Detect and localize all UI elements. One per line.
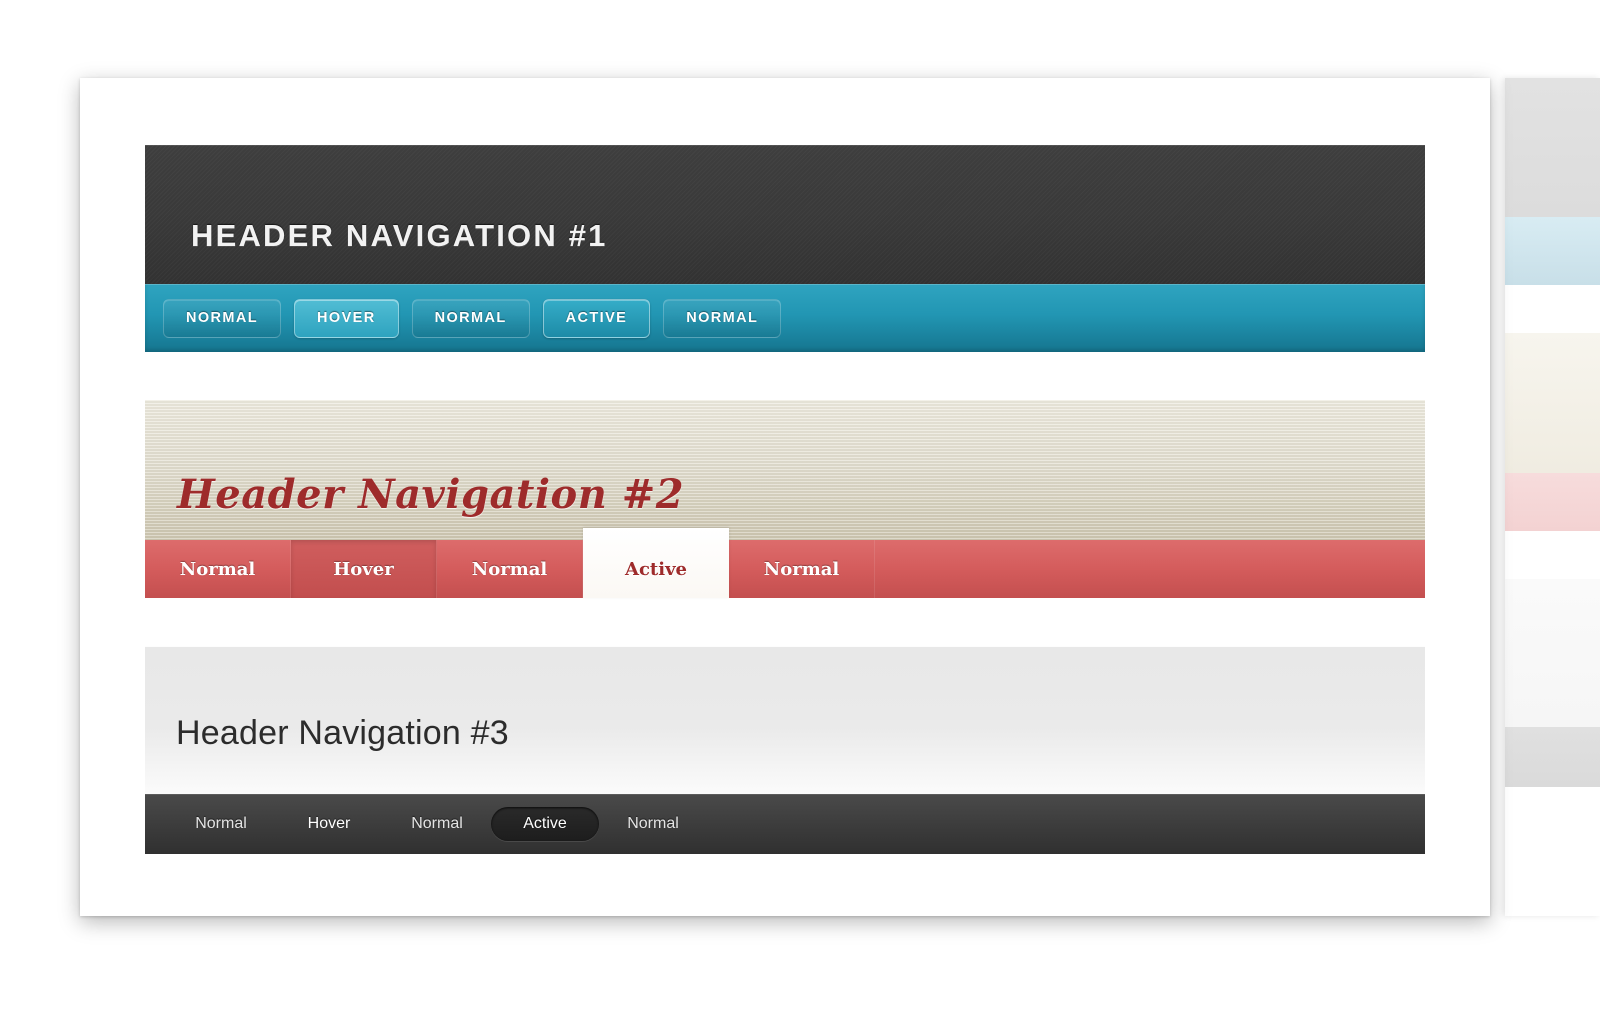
nav2-item-normal-2[interactable]: Normal <box>437 540 583 598</box>
header-navigation-3: Header Navigation #3 Normal Hover Normal… <box>145 646 1425 854</box>
header-navigation-2: Header Navigation #2 Normal Hover Normal… <box>145 400 1425 598</box>
background-duplicate-panel <box>1505 78 1600 916</box>
nav1-item-hover[interactable]: HOVER <box>294 298 399 338</box>
header-3-banner: Header Navigation #3 <box>145 646 1425 794</box>
nav1-item-label: HOVER <box>317 310 376 326</box>
nav2-item-hover[interactable]: Hover <box>291 540 437 598</box>
ghost-nav-3 <box>1505 727 1600 787</box>
nav2-item-normal-3[interactable]: Normal <box>729 540 875 598</box>
nav2-item-label: Active <box>625 558 687 580</box>
header-navigation-stack: HEADER NAVIGATION #1 NORMAL HOVER NORMAL… <box>145 145 1425 854</box>
ghost-nav-1 <box>1505 217 1600 285</box>
ghost-header-1 <box>1505 78 1600 217</box>
header-1-title: HEADER NAVIGATION #1 <box>191 218 608 253</box>
ghost-header-2 <box>1505 333 1600 473</box>
header-3-title: Header Navigation #3 <box>176 714 509 752</box>
nav2-item-label: Normal <box>763 558 840 580</box>
nav1-item-label: NORMAL <box>434 310 507 326</box>
nav1-item-active[interactable]: ACTIVE <box>542 298 651 338</box>
nav2-item-label: Hover <box>333 558 394 580</box>
nav3-item-hover[interactable]: Hover <box>275 807 383 841</box>
preview-card: HEADER NAVIGATION #1 NORMAL HOVER NORMAL… <box>80 78 1490 916</box>
block-spacer-1 <box>145 352 1425 400</box>
nav2-item-label: Normal <box>471 558 548 580</box>
nav1-item-normal-2[interactable]: NORMAL <box>411 298 530 338</box>
ghost-gap-1 <box>1505 285 1600 333</box>
nav1-item-label: NORMAL <box>186 310 259 326</box>
header-3-navbar[interactable]: Normal Hover Normal Active Normal <box>145 794 1425 854</box>
nav1-item-normal-3[interactable]: NORMAL <box>663 298 782 338</box>
nav3-item-normal-3[interactable]: Normal <box>599 807 707 841</box>
nav1-item-label: NORMAL <box>686 310 759 326</box>
nav3-item-label: Normal <box>411 815 463 832</box>
ghost-gap-2 <box>1505 531 1600 579</box>
nav3-item-normal-2[interactable]: Normal <box>383 807 491 841</box>
nav3-item-normal-1[interactable]: Normal <box>167 807 275 841</box>
nav1-item-normal-1[interactable]: NORMAL <box>163 298 282 338</box>
nav2-item-active[interactable]: Active <box>583 528 729 598</box>
ghost-nav-2 <box>1505 473 1600 531</box>
nav3-item-label: Normal <box>627 815 679 832</box>
nav3-item-label: Hover <box>307 815 351 832</box>
nav3-item-label: Active <box>523 815 567 832</box>
ghost-gap-3 <box>1505 787 1600 857</box>
nav1-item-label: ACTIVE <box>565 310 628 326</box>
header-1-banner: HEADER NAVIGATION #1 <box>145 145 1425 284</box>
nav3-item-label: Normal <box>195 815 247 832</box>
nav2-item-label: Normal <box>179 558 256 580</box>
header-2-title: Header Navigation #2 <box>177 471 685 518</box>
header-1-navbar[interactable]: NORMAL HOVER NORMAL ACTIVE NORMAL <box>145 284 1425 352</box>
header-2-banner: Header Navigation #2 <box>145 400 1425 540</box>
ghost-header-3 <box>1505 579 1600 727</box>
nav3-item-active[interactable]: Active <box>491 807 599 841</box>
block-spacer-2 <box>145 598 1425 646</box>
nav2-item-normal-1[interactable]: Normal <box>145 540 291 598</box>
header-2-navbar[interactable]: Normal Hover Normal Active Normal <box>145 528 1425 598</box>
header-navigation-1: HEADER NAVIGATION #1 NORMAL HOVER NORMAL… <box>145 145 1425 352</box>
